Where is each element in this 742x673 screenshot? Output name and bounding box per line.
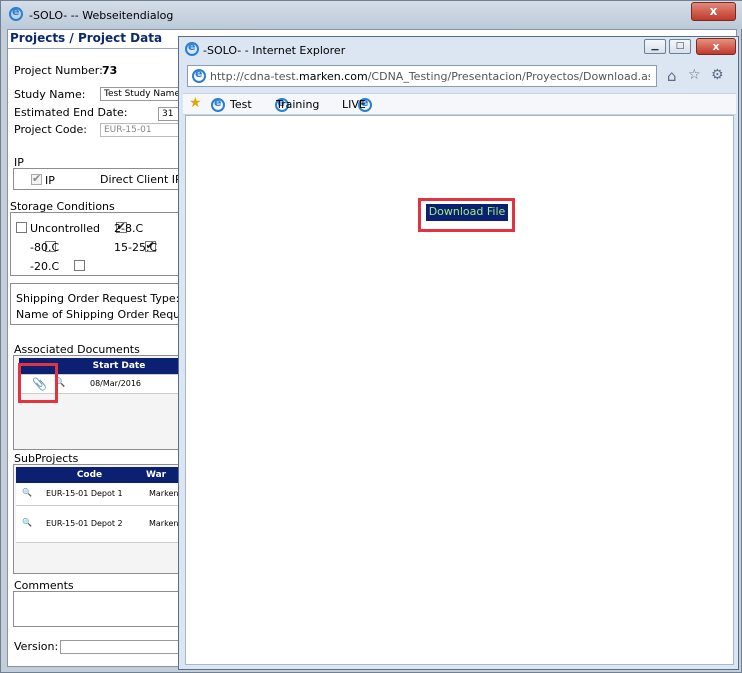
favorite-link-training[interactable]: Training xyxy=(276,98,319,111)
ie-window-title: -SOLO- - Internet Explorer xyxy=(203,44,346,57)
subproject-warehouse: Marken xyxy=(149,519,179,528)
outer-window-title: -SOLO- -- Webseitendialog xyxy=(29,9,174,22)
star-icon[interactable]: ☆ xyxy=(688,67,701,83)
favorites-bar: ★ Test Training LIVE xyxy=(183,93,736,115)
study-name-label: Study Name: xyxy=(14,88,86,101)
subproject-code: EUR-15-01 Depot 2 xyxy=(46,519,123,528)
ie-popup-window: -SOLO- - Internet Explorer ▁ □ x http://… xyxy=(178,36,739,670)
outer-title-bar: -SOLO- -- Webseitendialog x xyxy=(1,1,742,29)
address-url[interactable]: http://cdna-test.marken.com/CDNA_Testing… xyxy=(210,70,650,83)
version-label: Version: xyxy=(14,640,59,653)
minimize-button[interactable]: ▁ xyxy=(644,39,666,54)
ip-section: IP Direct Client IP: xyxy=(13,168,193,190)
ie-logo-icon xyxy=(9,5,23,21)
address-bar[interactable]: http://cdna-test.marken.com/CDNA_Testing… xyxy=(187,65,657,87)
project-code-field: EUR-15-01 xyxy=(100,123,190,137)
page-title: Projects / Project Data xyxy=(10,31,163,45)
version-field[interactable] xyxy=(60,640,190,654)
subproject-row: 🔍 EUR-15-01 Depot 2 Marken xyxy=(16,506,192,543)
subproject-view-icon[interactable]: 🔍 xyxy=(22,488,32,497)
maximize-button[interactable]: □ xyxy=(669,39,691,54)
shipping-order-name-label: Name of Shipping Order Request xyxy=(16,308,197,321)
shipping-order-type-label: Shipping Order Request Type: xyxy=(16,292,180,305)
storage-15-25-label: 15-25.C xyxy=(114,241,158,254)
download-file-button[interactable]: Download File xyxy=(426,204,508,221)
home-icon[interactable]: ⌂ xyxy=(667,67,677,85)
favorites-star-icon[interactable]: ★ xyxy=(189,95,202,111)
document-start-date: 08/Mar/2016 xyxy=(90,379,142,388)
storage-minus80-label: -80.C xyxy=(30,241,60,254)
subproject-code: EUR-15-01 Depot 1 xyxy=(46,489,123,498)
subproject-warehouse: Marken xyxy=(149,489,179,498)
ip-checkbox-label: IP xyxy=(45,174,55,187)
storage-minus20-checkbox[interactable] xyxy=(74,260,85,271)
ie-logo-icon xyxy=(185,40,199,56)
subproject-code-header: Code xyxy=(76,470,103,480)
direct-client-ip-label: Direct Client IP: xyxy=(100,173,186,186)
outer-close-button[interactable]: x xyxy=(691,2,736,21)
subproject-row: 🔍 EUR-15-01 Depot 1 Marken xyxy=(16,483,192,506)
ie-page-icon xyxy=(192,67,206,83)
comments-textarea[interactable] xyxy=(13,591,193,627)
gear-icon[interactable]: ⚙ xyxy=(711,67,724,83)
storage-2-8-label: 2-8.C xyxy=(114,222,144,235)
shipping-order-section: Shipping Order Request Type: Name of Shi… xyxy=(10,283,197,325)
attachment-highlight-box xyxy=(18,363,58,403)
storage-conditions-section: Uncontrolled 2-8.C -80.C 15-25.C -20.C xyxy=(10,212,193,276)
end-date-label: Estimated End Date: xyxy=(14,106,128,119)
ie-link-icon xyxy=(211,96,225,112)
subproject-view-icon[interactable]: 🔍 xyxy=(22,518,32,527)
project-number-label: Project Number: xyxy=(14,64,103,77)
subprojects-section: Code War 🔍 EUR-15-01 Depot 1 Marken 🔍 EU… xyxy=(13,464,193,574)
storage-minus20-label: -20.C xyxy=(30,260,60,273)
storage-uncontrolled-checkbox[interactable] xyxy=(16,222,27,233)
project-code-label: Project Code: xyxy=(14,123,87,136)
start-date-header: Start Date xyxy=(92,361,146,371)
subprojects-table-header: Code War xyxy=(16,467,192,483)
ie-content-area: Download File xyxy=(185,115,734,665)
favorite-link-live[interactable]: LIVE xyxy=(342,98,366,111)
ie-close-button[interactable]: x xyxy=(696,38,736,55)
ip-checkbox[interactable] xyxy=(31,172,42,186)
project-number-value: 73 xyxy=(102,64,118,77)
favorite-link-test[interactable]: Test xyxy=(230,98,252,111)
study-name-field[interactable]: Test Study Name xyxy=(100,87,190,101)
storage-uncontrolled-label: Uncontrolled xyxy=(30,222,100,235)
